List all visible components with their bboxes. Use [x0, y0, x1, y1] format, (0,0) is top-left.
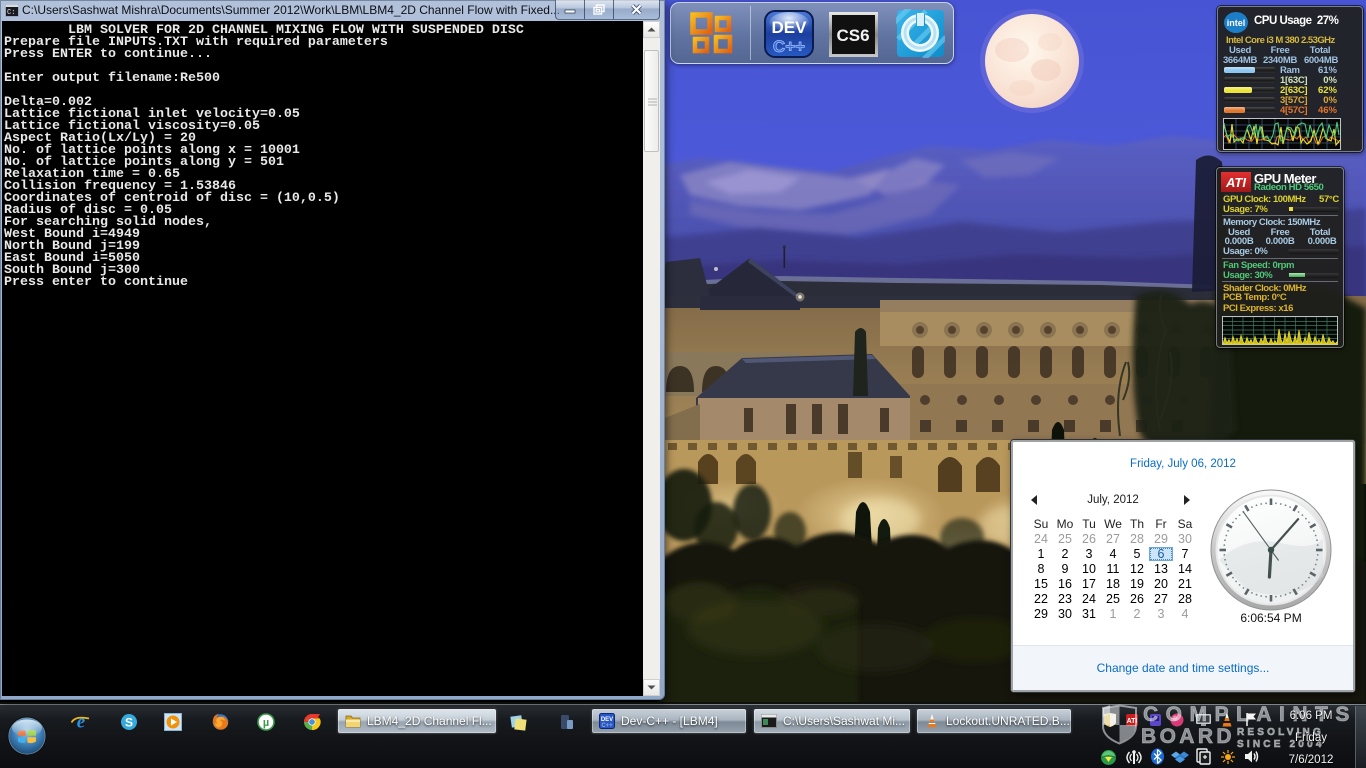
svg-text:ATI: ATI	[1225, 175, 1246, 190]
svg-text:DEV: DEV	[772, 18, 808, 37]
svg-text:C:: C:	[7, 9, 15, 17]
svg-text:C++: C++	[601, 723, 613, 729]
svg-text:S: S	[125, 716, 133, 730]
svg-text:e: e	[77, 712, 86, 732]
svg-text:µ: µ	[263, 717, 269, 729]
svg-text:CS6: CS6	[836, 26, 869, 45]
svg-text:C++: C++	[773, 37, 805, 56]
svg-text:intel: intel	[1227, 18, 1246, 28]
